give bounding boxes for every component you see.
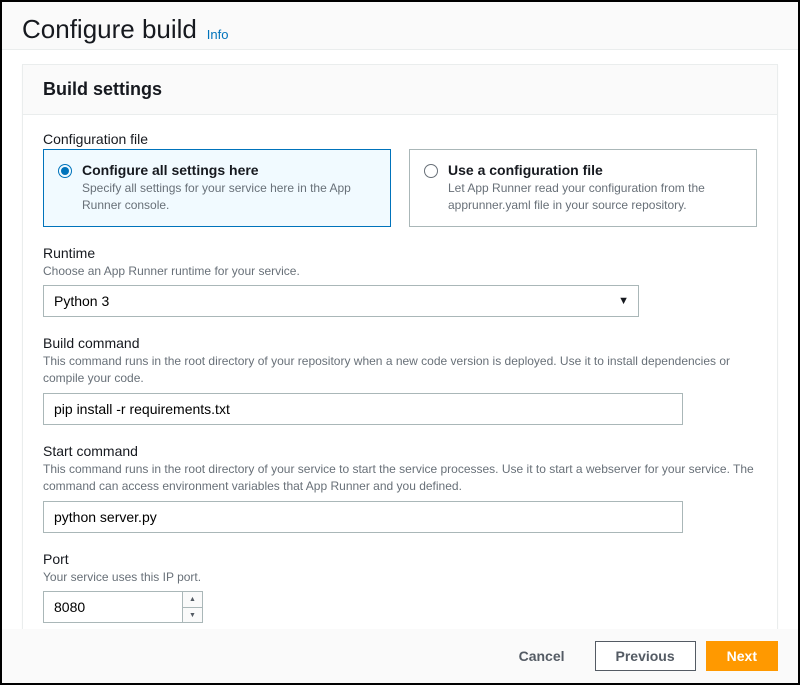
build-command-input[interactable] (43, 393, 683, 425)
build-command-label: Build command (43, 335, 757, 351)
radio-icon (424, 164, 438, 178)
radio-file-desc: Let App Runner read your configuration f… (448, 180, 742, 214)
start-command-input[interactable] (43, 501, 683, 533)
info-link[interactable]: Info (207, 27, 229, 42)
runtime-label: Runtime (43, 245, 757, 261)
runtime-select-wrap: ▼ (43, 285, 639, 317)
port-hint: Your service uses this IP port. (43, 569, 757, 586)
panel-header: Build settings (23, 65, 777, 115)
previous-button[interactable]: Previous (595, 641, 696, 671)
page-header: Configure build Info (2, 2, 798, 50)
configuration-file-group: Configuration file Configure all setting… (43, 131, 757, 227)
spinner-down-icon[interactable]: ▼ (183, 608, 202, 623)
build-command-hint: This command runs in the root directory … (43, 353, 757, 387)
radio-use-config-file[interactable]: Use a configuration file Let App Runner … (409, 149, 757, 227)
start-command-group: Start command This command runs in the r… (43, 443, 757, 533)
radio-file-title: Use a configuration file (448, 162, 742, 178)
port-label: Port (43, 551, 757, 567)
page-title: Configure build (22, 14, 197, 44)
port-input-wrap: ▲ ▼ (43, 591, 203, 623)
port-input[interactable] (43, 591, 203, 623)
runtime-group: Runtime Choose an App Runner runtime for… (43, 245, 757, 318)
wizard-footer: Cancel Previous Next (2, 629, 798, 683)
radio-icon (58, 164, 72, 178)
config-radio-group: Configure all settings here Specify all … (43, 149, 757, 227)
panel-title: Build settings (43, 79, 757, 100)
spinner-up-icon[interactable]: ▲ (183, 592, 202, 608)
content-area: Build settings Configuration file Config… (2, 50, 798, 650)
radio-here-title: Configure all settings here (82, 162, 376, 178)
runtime-select[interactable] (43, 285, 639, 317)
radio-input-file[interactable] (424, 162, 438, 181)
radio-content-here: Configure all settings here Specify all … (82, 162, 376, 214)
start-command-label: Start command (43, 443, 757, 459)
radio-input-here[interactable] (58, 162, 72, 181)
port-spinner: ▲ ▼ (182, 592, 202, 622)
build-settings-panel: Build settings Configuration file Config… (22, 64, 778, 650)
radio-here-desc: Specify all settings for your service he… (82, 180, 376, 214)
cancel-button[interactable]: Cancel (499, 642, 585, 670)
panel-body: Configuration file Configure all setting… (23, 115, 777, 649)
start-command-hint: This command runs in the root directory … (43, 461, 757, 495)
radio-content-file: Use a configuration file Let App Runner … (448, 162, 742, 214)
build-command-group: Build command This command runs in the r… (43, 335, 757, 425)
port-group: Port Your service uses this IP port. ▲ ▼ (43, 551, 757, 624)
config-file-label: Configuration file (43, 131, 757, 147)
radio-configure-here[interactable]: Configure all settings here Specify all … (43, 149, 391, 227)
runtime-hint: Choose an App Runner runtime for your se… (43, 263, 757, 280)
next-button[interactable]: Next (706, 641, 778, 671)
